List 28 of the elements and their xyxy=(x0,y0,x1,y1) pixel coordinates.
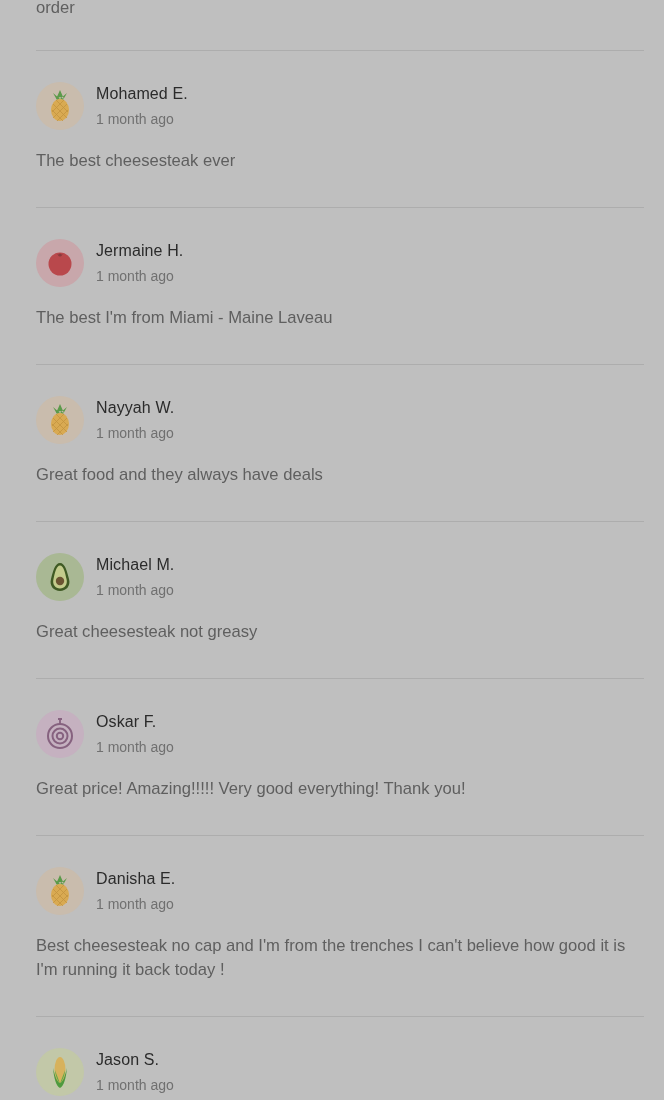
reviewer-name: Michael M. xyxy=(96,555,175,575)
avocado-avatar-icon xyxy=(36,553,84,601)
reviewer-name: Nayyah W. xyxy=(96,398,175,418)
review-text: Best cheesesteak no cap and I'm from the trenches I can't believe how good it is I'm running it back today ! xyxy=(36,935,627,981)
review-time: 1 month ago xyxy=(96,1076,174,1095)
review-time: 1 month ago xyxy=(96,895,174,914)
pineapple-avatar-icon xyxy=(36,867,84,915)
review-time: 1 month ago xyxy=(96,424,174,443)
tomato-avatar-icon xyxy=(36,239,84,287)
review-time: 1 month ago xyxy=(96,581,174,600)
review-text: Great food and they always have deals xyxy=(36,464,324,486)
review-text: The best cheesesteak ever xyxy=(36,150,237,172)
pineapple-avatar-icon xyxy=(36,396,84,444)
reviewer-name: Jason S. xyxy=(96,1050,160,1070)
review-time: 1 month ago xyxy=(96,110,174,129)
review-text: The best I'm from Miami - Maine Laveau xyxy=(36,307,334,329)
reviewer-name: Danisha E. xyxy=(96,869,176,889)
review-time: 1 month ago xyxy=(96,738,174,757)
review-text: Great price! Amazing!!!!! Very good everything! Thank you! xyxy=(36,778,467,800)
onion-avatar-icon xyxy=(36,710,84,758)
review-text: Great cheesesteak not greasy xyxy=(36,621,259,643)
review-time: 1 month ago xyxy=(96,267,174,286)
pineapple-avatar-icon xyxy=(36,82,84,130)
review-text: order xyxy=(36,0,76,19)
reviewer-name: Oskar F. xyxy=(96,712,157,732)
corn-avatar-icon xyxy=(36,1048,84,1096)
reviewer-name: Mohamed E. xyxy=(96,84,188,104)
reviewer-name: Jermaine H. xyxy=(96,241,184,261)
